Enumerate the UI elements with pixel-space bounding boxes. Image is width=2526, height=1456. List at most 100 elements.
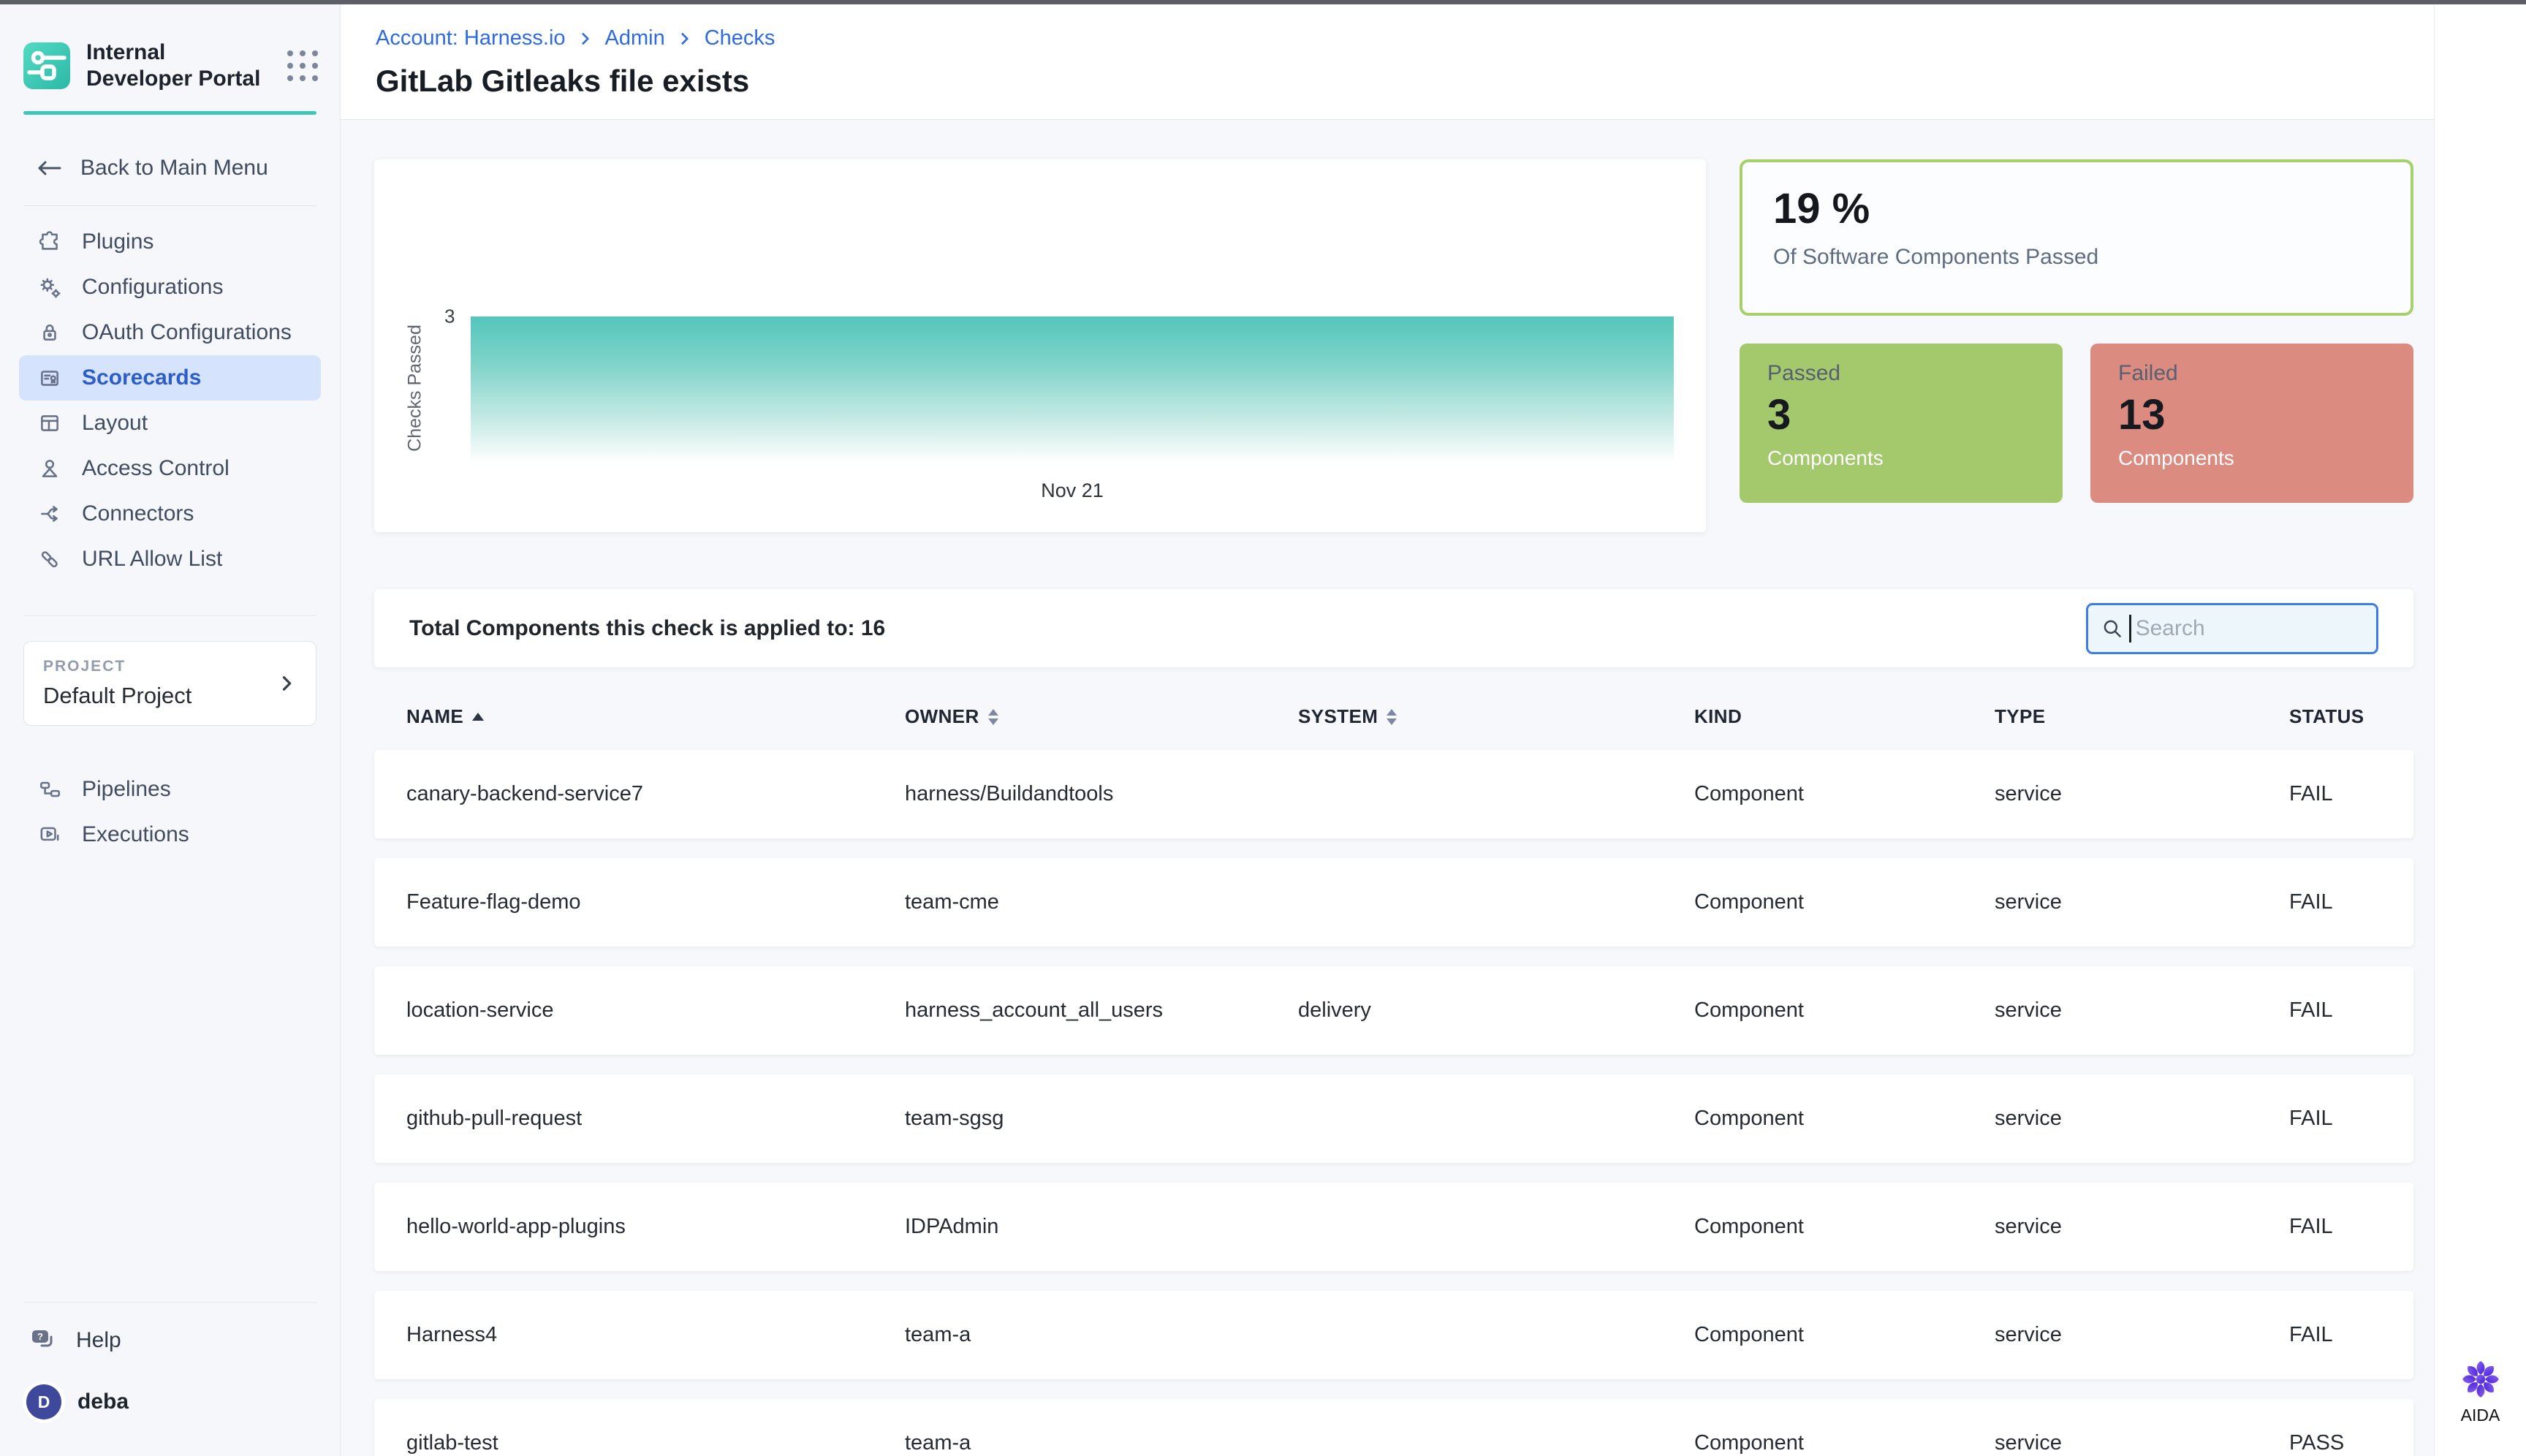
table-row[interactable]: hello-world-app-plugins IDPAdmin Compone… [374,1183,2413,1271]
chart-x-tick: Nov 21 [471,479,1674,502]
sidebar-item-configurations[interactable]: Configurations [19,265,321,310]
chart-y-tick: 3 [444,306,455,328]
main-area: Account: Harness.io Admin Checks GitLab … [341,4,2434,1456]
sidebar-item-plugins[interactable]: Plugins [19,219,321,265]
cell-owner: team-a [905,1431,1298,1455]
layout-icon [37,410,63,436]
cell-kind: Component [1694,1215,1995,1239]
cell-type: service [1995,1215,2289,1239]
cell-owner: IDPAdmin [905,1215,1298,1239]
sidebar-item-executions[interactable]: Executions [19,812,321,857]
divider [23,205,316,206]
breadcrumb-account[interactable]: Account: Harness.io [376,26,566,50]
cell-status: FAIL [2289,890,2413,914]
sidebar-item-label: OAuth Configurations [82,320,292,345]
sidebar-item-access-control[interactable]: Access Control [19,446,321,491]
project-name: Default Project [43,683,276,709]
passed-label: Passed [1767,361,2035,386]
aida-icon [2460,1359,2501,1400]
sidebar-item-connectors[interactable]: Connectors [19,491,321,536]
table-row[interactable]: gitlab-test team-a Component service PAS… [374,1399,2413,1456]
sidebar-item-label: Pipelines [82,777,171,802]
components-toolbar: Total Components this check is applied t… [374,589,2413,667]
sidebar-nav: Plugins Configurations OAuth Configurati… [0,219,340,582]
help-button[interactable]: ? Help [29,1327,340,1354]
cell-status: FAIL [2289,1323,2413,1347]
brand-underline [23,111,316,115]
search-input[interactable] [2136,616,2364,641]
column-header-type: TYPE [1995,705,2289,728]
breadcrumb-admin[interactable]: Admin [605,26,665,50]
column-header-name[interactable]: NAME [406,705,905,728]
cell-kind: Component [1694,1323,1995,1347]
svg-text:?: ? [37,1331,43,1342]
cell-owner: team-cme [905,890,1298,914]
cell-name: Harness4 [406,1323,905,1347]
sidebar-secondary-nav: Pipelines Executions [0,767,340,857]
sort-icon [1387,709,1397,725]
sidebar-item-label: Connectors [82,501,194,526]
cell-status: FAIL [2289,1107,2413,1131]
user-name: deba [77,1389,129,1414]
cell-type: service [1995,890,2289,914]
breadcrumb-checks[interactable]: Checks [705,26,775,50]
checks-passed-chart: Checks Passed 3 Nov 21 [374,159,1706,532]
cell-name: canary-backend-service7 [406,782,905,806]
sidebar-item-layout[interactable]: Layout [19,401,321,446]
sidebar-item-url-allow-list[interactable]: URL Allow List [19,536,321,582]
failed-value: 13 [2118,390,2386,439]
back-label: Back to Main Menu [80,156,268,181]
cell-name: gitlab-test [406,1431,905,1455]
cell-name: github-pull-request [406,1107,905,1131]
column-header-owner[interactable]: OWNER [905,705,1298,728]
user-menu[interactable]: D deba [26,1384,340,1419]
table-row[interactable]: Harness4 team-a Component service FAIL [374,1291,2413,1379]
search-box[interactable] [2086,603,2378,654]
cell-name: location-service [406,998,905,1023]
passed-caption: Components [1767,447,2035,470]
page-content: Checks Passed 3 Nov 21 19 % Of Software … [341,120,2434,1456]
cell-name: Feature-flag-demo [406,890,905,914]
person-icon [37,455,63,482]
executions-icon [37,822,63,848]
sidebar-item-label: Scorecards [82,365,201,390]
cell-kind: Component [1694,890,1995,914]
aida-assistant-button[interactable]: AIDA [2435,1359,2526,1425]
back-to-main-menu-button[interactable]: Back to Main Menu [35,156,340,181]
table-row[interactable]: github-pull-request team-sgsg Component … [374,1074,2413,1163]
pipelines-icon [37,776,63,803]
column-header-status: STATUS [2289,705,2413,728]
cell-system: delivery [1298,998,1694,1023]
text-cursor [2129,615,2131,642]
column-header-kind: KIND [1694,705,1995,728]
chart-area-series [471,316,1674,463]
cell-owner: harness/Buildandtools [905,782,1298,806]
aida-label: AIDA [2461,1406,2500,1425]
sort-ascending-icon [472,713,484,721]
page-header: Account: Harness.io Admin Checks GitLab … [341,4,2434,120]
sidebar-item-pipelines[interactable]: Pipelines [19,767,321,812]
failed-caption: Components [2118,447,2386,470]
cell-status: PASS [2289,1431,2413,1455]
gears-icon [37,274,63,300]
search-icon [2100,616,2125,641]
column-header-system[interactable]: SYSTEM [1298,705,1694,728]
sidebar: Internal Developer Portal Back to Main M… [0,4,341,1456]
sidebar-item-oauth-configurations[interactable]: OAuth Configurations [19,310,321,355]
cell-kind: Component [1694,1431,1995,1455]
cell-status: FAIL [2289,998,2413,1023]
cell-owner: team-sgsg [905,1107,1298,1131]
table-row[interactable]: location-service harness_account_all_use… [374,966,2413,1055]
cell-kind: Component [1694,782,1995,806]
apps-grid-icon[interactable] [287,50,318,81]
breadcrumb: Account: Harness.io Admin Checks [376,26,2434,50]
passed-card: Passed 3 Components [1740,344,2063,503]
failed-label: Failed [2118,361,2386,386]
sidebar-item-scorecards[interactable]: Scorecards [19,355,321,401]
project-selector[interactable]: PROJECT Default Project [23,641,316,726]
failed-card: Failed 13 Components [2090,344,2413,503]
table-row[interactable]: canary-backend-service7 harness/Buildand… [374,750,2413,838]
lock-icon [37,319,63,346]
sidebar-item-label: Executions [82,822,189,847]
table-row[interactable]: Feature-flag-demo team-cme Component ser… [374,858,2413,947]
